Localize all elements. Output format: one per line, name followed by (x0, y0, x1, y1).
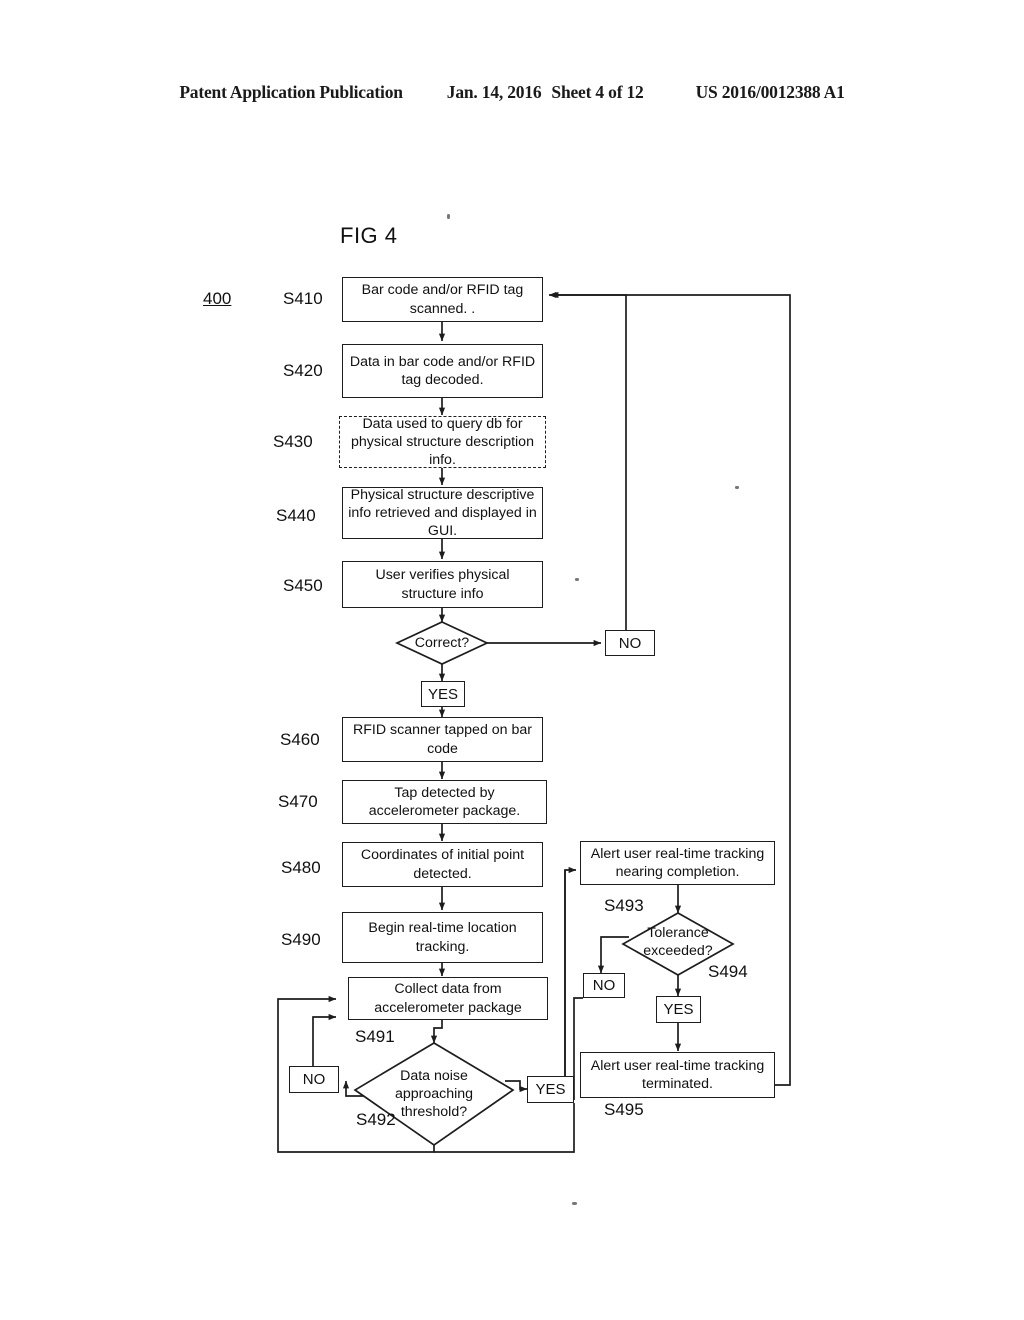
figure-title: FIG 4 (340, 223, 398, 248)
process-box-s493[interactable]: Alert user real-time tracking nearing co… (580, 841, 775, 885)
scan-speck (572, 1202, 577, 1205)
step-label-s420: S420 (283, 361, 323, 380)
step-label-s450: S450 (283, 576, 323, 595)
process-box-s495[interactable]: Alert user real-time tracking terminated… (580, 1052, 775, 1098)
step-label-s410: S410 (283, 289, 323, 308)
branch-tag-noise-yes[interactable]: YES (527, 1076, 574, 1103)
flowchart-connectors (277, 291, 791, 1153)
branch-tag-tolerance-no[interactable]: NO (583, 973, 625, 998)
step-label-s493: S493 (604, 896, 644, 915)
branch-tag-tolerance-yes[interactable]: YES (656, 996, 701, 1023)
process-box-s480[interactable]: Coordinates of initial point detected. (342, 842, 543, 887)
step-label-s490: S490 (281, 930, 321, 949)
process-box-s420[interactable]: Data in bar code and/or RFID tag decoded… (342, 344, 543, 398)
process-box-s450[interactable]: User verifies physical structure info (342, 561, 543, 608)
step-label-s460: S460 (280, 730, 320, 749)
step-label-s440: S440 (276, 506, 316, 525)
flowchart-figure: FIG 4 400 S410 S420 S430 S440 S450 S460 … (0, 0, 1024, 1320)
scan-speck (575, 578, 579, 581)
scan-speck (735, 486, 739, 489)
figure-reference-numeral: 400 (203, 289, 232, 308)
step-label-s491: S491 (355, 1027, 395, 1046)
process-box-s410[interactable]: Bar code and/or RFID tag scanned. . (342, 277, 543, 322)
step-label-s494: S494 (708, 962, 748, 981)
branch-tag-correct-no[interactable]: NO (605, 630, 655, 656)
step-label-s492: S492 (356, 1110, 396, 1129)
branch-tag-correct-yes[interactable]: YES (421, 681, 465, 707)
process-box-s470[interactable]: Tap detected by accelerometer package. (342, 780, 547, 824)
process-box-s460[interactable]: RFID scanner tapped on bar code (342, 717, 543, 762)
process-box-s440[interactable]: Physical structure descriptive info retr… (342, 487, 543, 539)
step-label-s480: S480 (281, 858, 321, 877)
process-box-s430[interactable]: Data used to query db for physical struc… (339, 416, 546, 468)
branch-tag-noise-no[interactable]: NO (289, 1066, 339, 1093)
scan-speck (447, 214, 450, 219)
process-box-s491[interactable]: Collect data from accelerometer package (348, 977, 548, 1020)
process-box-s490[interactable]: Begin real-time location tracking. (342, 912, 543, 963)
step-label-s495: S495 (604, 1100, 644, 1119)
step-label-s430: S430 (273, 432, 313, 451)
step-label-s470: S470 (278, 792, 318, 811)
